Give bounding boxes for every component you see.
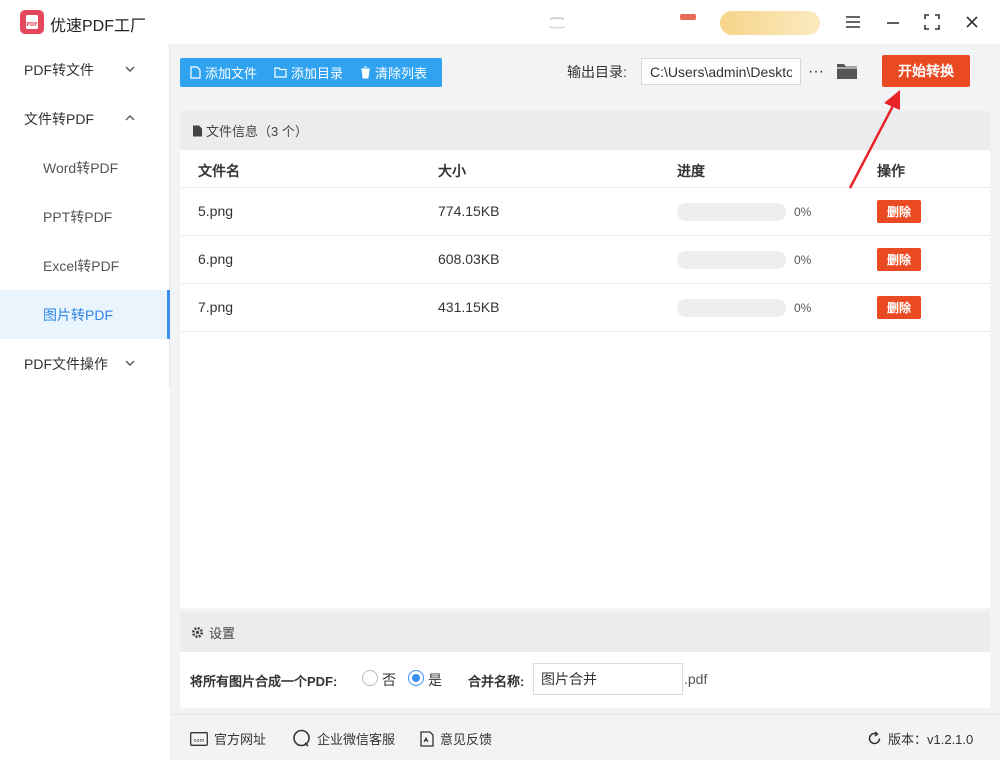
sidebar-item-label: 图片转PDF — [43, 306, 113, 323]
folder-icon — [274, 67, 287, 78]
sidebar-item-image-to-pdf[interactable]: 图片转PDF — [0, 290, 170, 339]
settings-title: 设置 — [209, 625, 236, 641]
document-icon — [193, 125, 202, 136]
sidebar-item-ppt-to-pdf[interactable]: PPT转PDF — [0, 192, 170, 241]
table-row: 5.png 774.15KB 0% 删除 — [180, 188, 990, 236]
table-row: 6.png 608.03KB 0% 删除 — [180, 236, 990, 284]
add-directory-label: 添加目录 — [291, 66, 344, 81]
merge-name-label: 合并名称: — [468, 674, 525, 689]
progress-bar — [677, 251, 786, 269]
gear-icon — [192, 626, 203, 638]
file-toolbar: 添加文件 添加目录 清除列表 — [180, 58, 442, 87]
merge-yes-radio[interactable] — [408, 670, 424, 686]
website-icon: com — [190, 731, 208, 746]
delete-button[interactable]: 删除 — [877, 248, 921, 271]
open-folder-icon[interactable] — [836, 60, 858, 82]
file-info-header: 文件信息（3 个） — [180, 111, 990, 150]
file-name-cell: 5.png — [198, 203, 234, 219]
add-directory-button[interactable]: 添加目录 — [264, 58, 350, 87]
feedback-label: 意见反馈 — [440, 732, 493, 747]
output-dir-input[interactable] — [641, 58, 801, 85]
progress-bar — [677, 299, 786, 317]
maximize-icon[interactable] — [920, 10, 944, 34]
file-name-cell: 6.png — [198, 251, 234, 267]
table-row: 7.png 431.15KB 0% 删除 — [180, 284, 990, 332]
wechat-service-label: 企业微信客服 — [317, 732, 396, 747]
pdf-extension-label: .pdf — [684, 671, 708, 687]
version-info: 版本：v1.2.1.0 — [867, 729, 973, 748]
feedback-icon — [420, 730, 434, 747]
sidebar-item-pdf-to-file[interactable]: PDF转文件 — [0, 45, 170, 94]
official-website-link[interactable]: com 官方网址 — [190, 729, 266, 748]
merge-name-input[interactable] — [533, 663, 683, 695]
file-icon — [190, 66, 201, 79]
table-header: 文件名 大小 进度 操作 — [180, 150, 990, 188]
sidebar-item-label: PDF转文件 — [24, 61, 94, 78]
minimize-icon[interactable] — [881, 10, 905, 34]
browse-more-button[interactable]: ··· — [806, 58, 826, 85]
file-list-panel: 文件信息（3 个） 文件名 大小 进度 操作 5.png 774.15KB 0%… — [180, 111, 990, 608]
feedback-link[interactable]: 意见反馈 — [420, 729, 492, 748]
settings-panel: 将所有图片合成一个PDF: 否 是 合并名称: .pdf — [180, 652, 990, 708]
progress-text: 0% — [794, 301, 812, 315]
sidebar-item-label: 文件转PDF — [24, 110, 94, 127]
delete-button[interactable]: 删除 — [877, 200, 921, 223]
clear-list-button[interactable]: 清除列表 — [350, 58, 434, 87]
column-header-name: 文件名 — [198, 163, 240, 179]
progress-bar — [677, 203, 786, 221]
column-header-progress: 进度 — [677, 163, 705, 179]
output-dir-label: 输出目录: — [567, 64, 627, 80]
file-size-cell: 774.15KB — [438, 203, 500, 219]
notification-badge[interactable] — [680, 14, 696, 20]
start-convert-button[interactable]: 开始转换 — [882, 55, 970, 87]
close-icon[interactable] — [960, 10, 984, 34]
app-logo-icon: PDF — [20, 10, 44, 34]
official-website-label: 官方网址 — [214, 732, 267, 747]
footer: com 官方网址 企业微信客服 意见反馈 版本：v1.2.1.0 — [170, 714, 1000, 760]
sidebar: PDF转文件 文件转PDF Word转PDF PPT转PDF Excel转PDF… — [0, 44, 170, 388]
file-name-cell: 7.png — [198, 299, 234, 315]
refresh-icon — [868, 731, 881, 745]
settings-header: 设置 — [180, 612, 990, 652]
clear-list-label: 清除列表 — [375, 66, 428, 81]
logo-text: PDF — [26, 22, 37, 28]
title-bar: PDF 优速PDF工厂 — [0, 0, 1000, 44]
file-size-cell: 431.15KB — [438, 299, 500, 315]
file-info-title: 文件信息（3 个） — [206, 124, 308, 139]
version-label: 版本：v1.2.1.0 — [888, 732, 974, 747]
sidebar-item-word-to-pdf[interactable]: Word转PDF — [0, 143, 170, 192]
menu-icon[interactable] — [841, 10, 865, 34]
wechat-service-link[interactable]: 企业微信客服 — [292, 729, 395, 748]
chevron-down-icon — [125, 66, 135, 72]
sidebar-item-label: PDF文件操作 — [24, 355, 108, 372]
chevron-down-icon — [125, 360, 135, 366]
sidebar-item-excel-to-pdf[interactable]: Excel转PDF — [0, 241, 170, 290]
merge-label: 将所有图片合成一个PDF: — [190, 674, 338, 689]
app-title: 优速PDF工厂 — [50, 18, 147, 35]
merge-no-label: 否 — [382, 672, 396, 688]
column-header-size: 大小 — [438, 163, 466, 179]
trash-icon — [361, 66, 371, 79]
merge-no-radio[interactable] — [362, 670, 378, 686]
sidebar-item-file-to-pdf[interactable]: 文件转PDF — [0, 94, 170, 143]
progress-text: 0% — [794, 253, 812, 267]
merge-yes-label: 是 — [428, 672, 442, 688]
sidebar-item-label: Word转PDF — [43, 159, 119, 176]
chat-icon — [293, 729, 310, 747]
file-size-cell: 608.03KB — [438, 251, 500, 267]
sidebar-item-label: Excel转PDF — [43, 257, 120, 274]
sidebar-item-pdf-operations[interactable]: PDF文件操作 — [0, 339, 170, 388]
progress-text: 0% — [794, 205, 812, 219]
vip-badge[interactable] — [720, 11, 820, 35]
chevron-up-icon — [125, 115, 135, 121]
loading-icon — [548, 17, 566, 29]
svg-text:com: com — [194, 738, 205, 744]
add-file-button[interactable]: 添加文件 — [180, 58, 264, 87]
add-file-label: 添加文件 — [205, 66, 258, 81]
delete-button[interactable]: 删除 — [877, 296, 921, 319]
sidebar-item-label: PPT转PDF — [43, 208, 113, 225]
column-header-action: 操作 — [877, 163, 905, 179]
